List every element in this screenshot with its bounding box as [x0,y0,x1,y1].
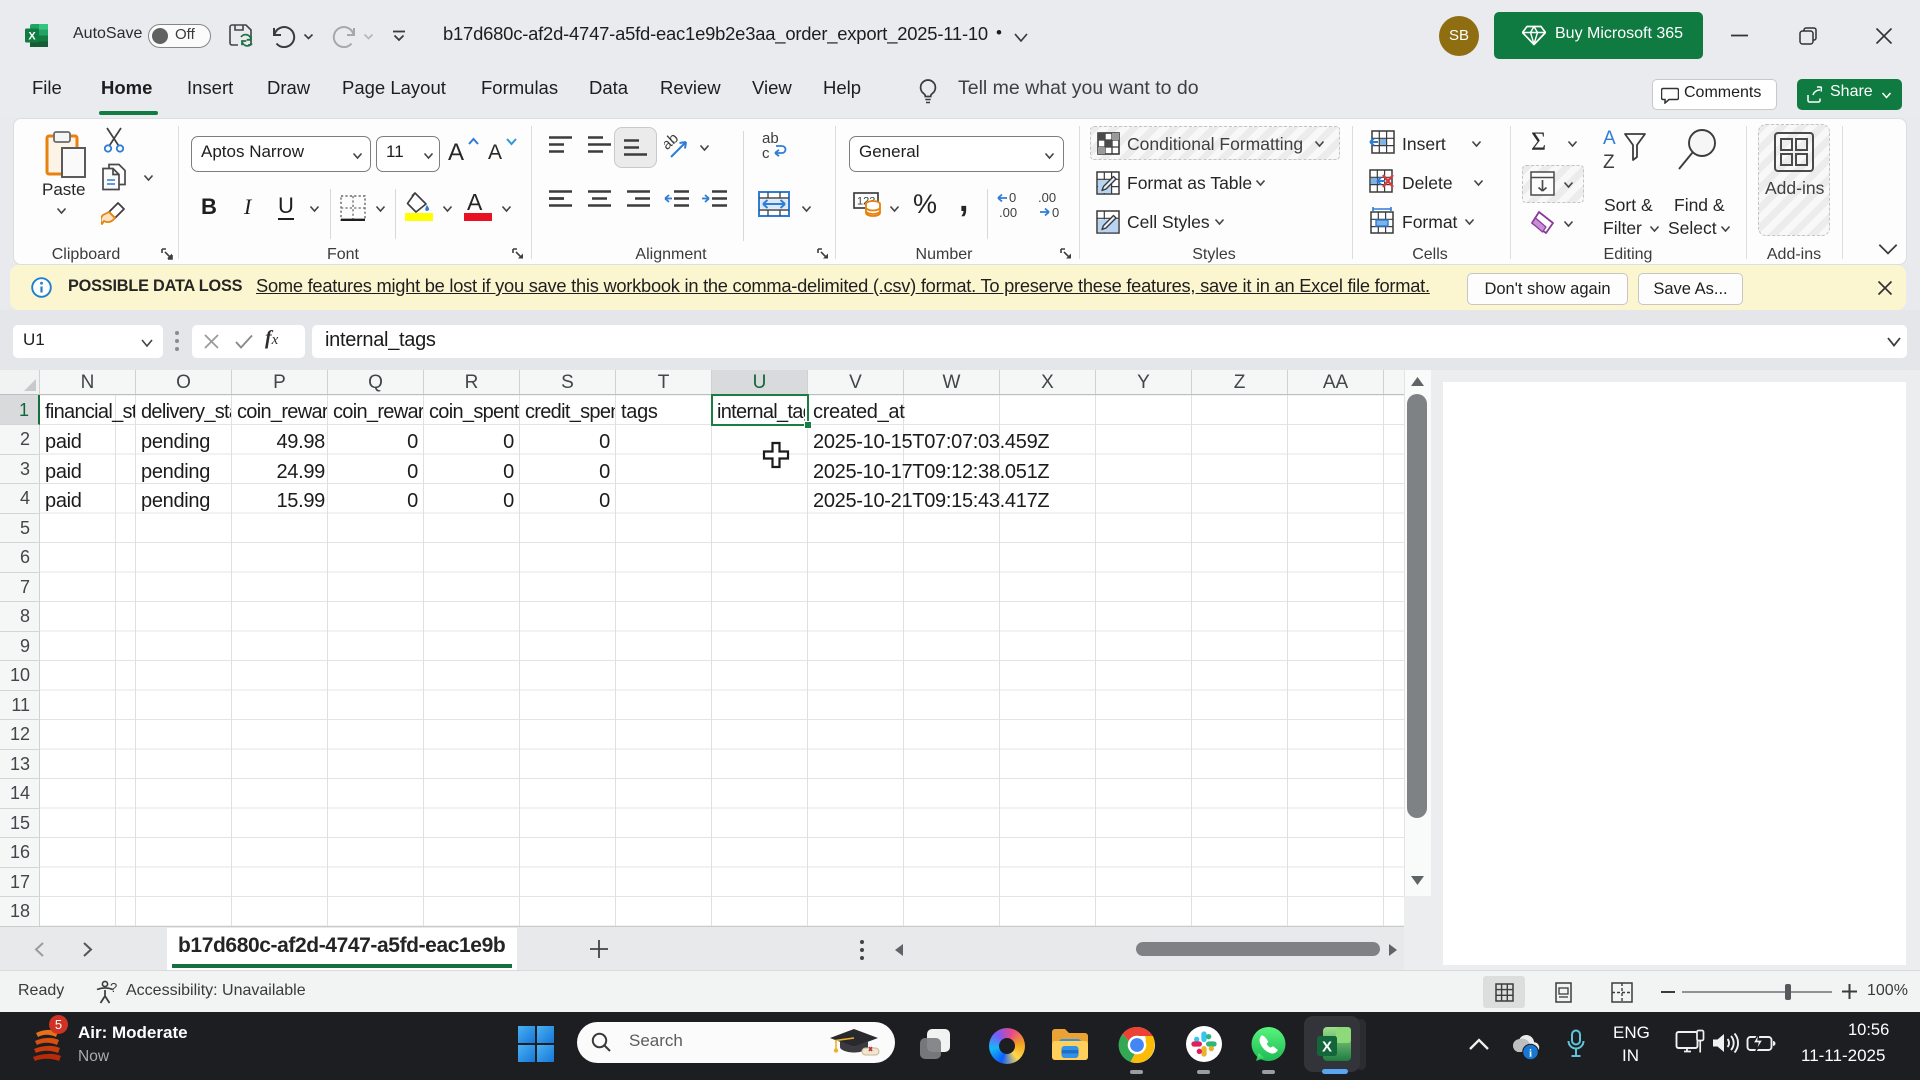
svg-text:?: ? [110,980,117,995]
svg-text:i: i [1529,1048,1532,1060]
svg-text:Z: Z [1603,152,1615,173]
svg-text:X: X [28,31,36,43]
svg-text:.00: .00 [999,205,1017,219]
svg-text:ab: ab [664,133,682,153]
svg-text:0: 0 [1009,191,1016,205]
svg-text:0: 0 [1052,205,1059,219]
svg-text:X: X [1322,1039,1332,1056]
svg-text:.00: .00 [1038,191,1056,205]
svg-text:c: c [762,145,770,161]
svg-text:A: A [1603,128,1616,149]
